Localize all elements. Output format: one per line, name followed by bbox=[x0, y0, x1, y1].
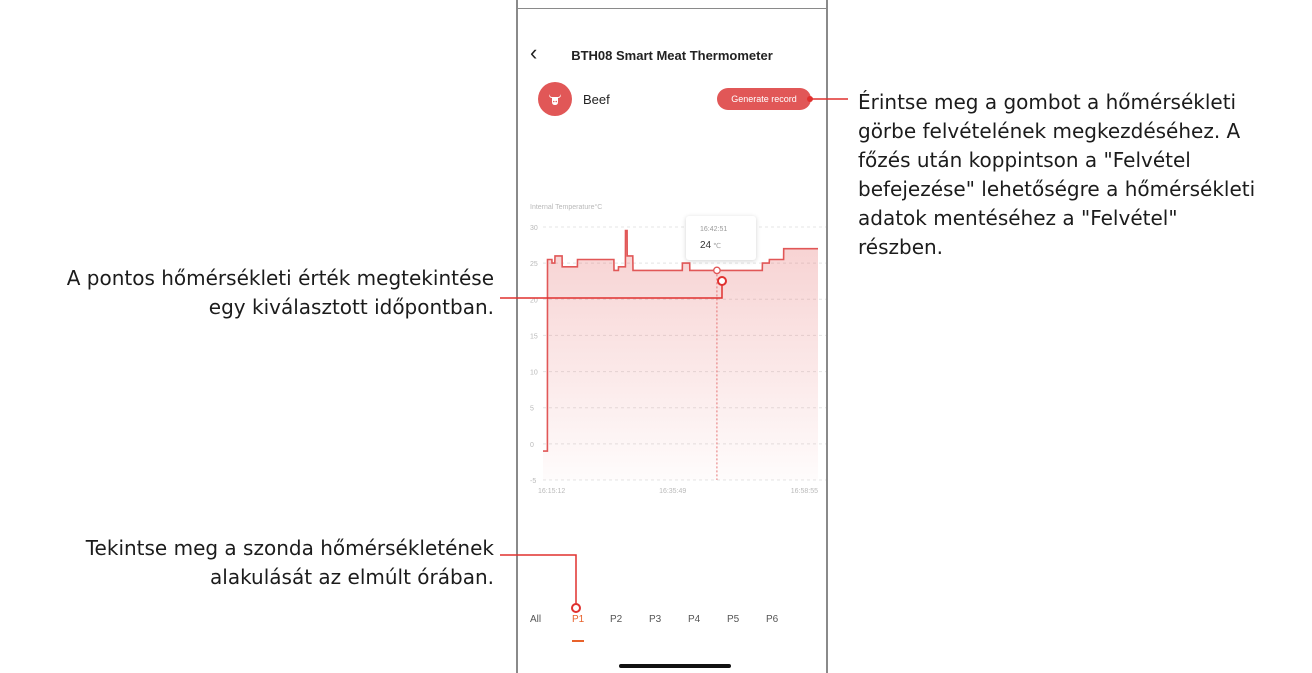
annotation-line-5: adatok mentéséhez a "Felvétel" bbox=[858, 206, 1178, 230]
chart-y-tick-label: 5 bbox=[530, 406, 534, 413]
phone-frame-edge bbox=[518, 8, 826, 9]
tab-p2[interactable]: P2 bbox=[610, 614, 622, 625]
chart-y-tick-label: 25 bbox=[530, 261, 538, 268]
chart-y-tick-label: -5 bbox=[530, 478, 536, 485]
annotation-generate-record: Érintse meg a gombot a hőmérsékleti görb… bbox=[858, 88, 1308, 262]
annotation-line-4: befejezése" lehetőségre a hőmérsékleti bbox=[858, 177, 1256, 201]
chart-y-tick-label: 10 bbox=[530, 370, 538, 377]
chart-area-fill bbox=[543, 230, 818, 480]
tab-p1[interactable]: P1 bbox=[572, 614, 584, 625]
chart-x-tick-label: 16:58:55 bbox=[791, 488, 818, 495]
annotation-line-1: Tekintse meg a szonda hőmérsékletének bbox=[85, 536, 494, 560]
annotation-line-3: főzés után koppintson a "Felvétel bbox=[858, 148, 1191, 172]
chart-y-axis-label: Internal Temperature°C bbox=[530, 204, 603, 211]
active-tab-indicator bbox=[572, 640, 584, 642]
annotation-line-2: görbe felvételének megkezdéséhez. A bbox=[858, 119, 1241, 143]
chart-y-tick-label: 15 bbox=[530, 333, 538, 340]
tooltip-time: 16:42:51 bbox=[700, 226, 728, 233]
annotation-point-value: A pontos hőmérsékleti érték megtekintése… bbox=[0, 264, 494, 322]
generate-record-button[interactable]: Generate record bbox=[717, 88, 811, 110]
chart-y-tick-label: 20 bbox=[530, 297, 538, 304]
chart-x-tick-label: 16:35:49 bbox=[659, 488, 686, 495]
phone-screen: ‹ BTH08 Smart Meat Thermometer Beef Gene… bbox=[516, 0, 828, 673]
chart-selected-point bbox=[713, 266, 721, 275]
meat-type-label: Beef bbox=[583, 92, 610, 107]
probe-tabs: All P1 P2 P3 P4 P5 P6 bbox=[518, 614, 826, 638]
chart-tooltip: 16:42:51 24 ℃ bbox=[686, 216, 756, 260]
annotation-probe-history: Tekintse meg a szonda hőmérsékletének al… bbox=[0, 534, 494, 592]
temperature-chart[interactable]: -5 0 5 10 15 20 25 30 16:15:12 16:35:49 16:58:55 bbox=[518, 215, 826, 500]
cow-head-glyph bbox=[549, 94, 561, 105]
app-title: BTH08 Smart Meat Thermometer bbox=[571, 48, 773, 63]
annotation-line-1: Érintse meg a gombot a hőmérsékleti bbox=[858, 90, 1237, 114]
annotation-line-2: alakulását az elmúlt órában. bbox=[210, 565, 494, 589]
tooltip-unit: ℃ bbox=[713, 243, 721, 250]
tooltip-value: 24 bbox=[700, 240, 712, 251]
chart-y-tick-label: 30 bbox=[530, 225, 538, 232]
tab-all[interactable]: All bbox=[530, 614, 541, 625]
tab-p6[interactable]: P6 bbox=[766, 614, 778, 625]
annotation-line-2: egy kiválasztott időpontban. bbox=[208, 295, 494, 319]
annotation-line-6: részben. bbox=[858, 235, 944, 259]
cow-head-icon bbox=[538, 82, 572, 116]
chart-y-tick-label: 0 bbox=[530, 442, 534, 449]
tab-p5[interactable]: P5 bbox=[727, 614, 739, 625]
home-indicator bbox=[619, 664, 731, 668]
tooltip-value-row: 24 ℃ bbox=[700, 240, 721, 251]
chart-x-tick-label: 16:15:12 bbox=[538, 488, 565, 495]
annotation-line-1: A pontos hőmérsékleti érték megtekintése bbox=[66, 266, 494, 290]
tab-p4[interactable]: P4 bbox=[688, 614, 700, 625]
tab-p3[interactable]: P3 bbox=[649, 614, 661, 625]
